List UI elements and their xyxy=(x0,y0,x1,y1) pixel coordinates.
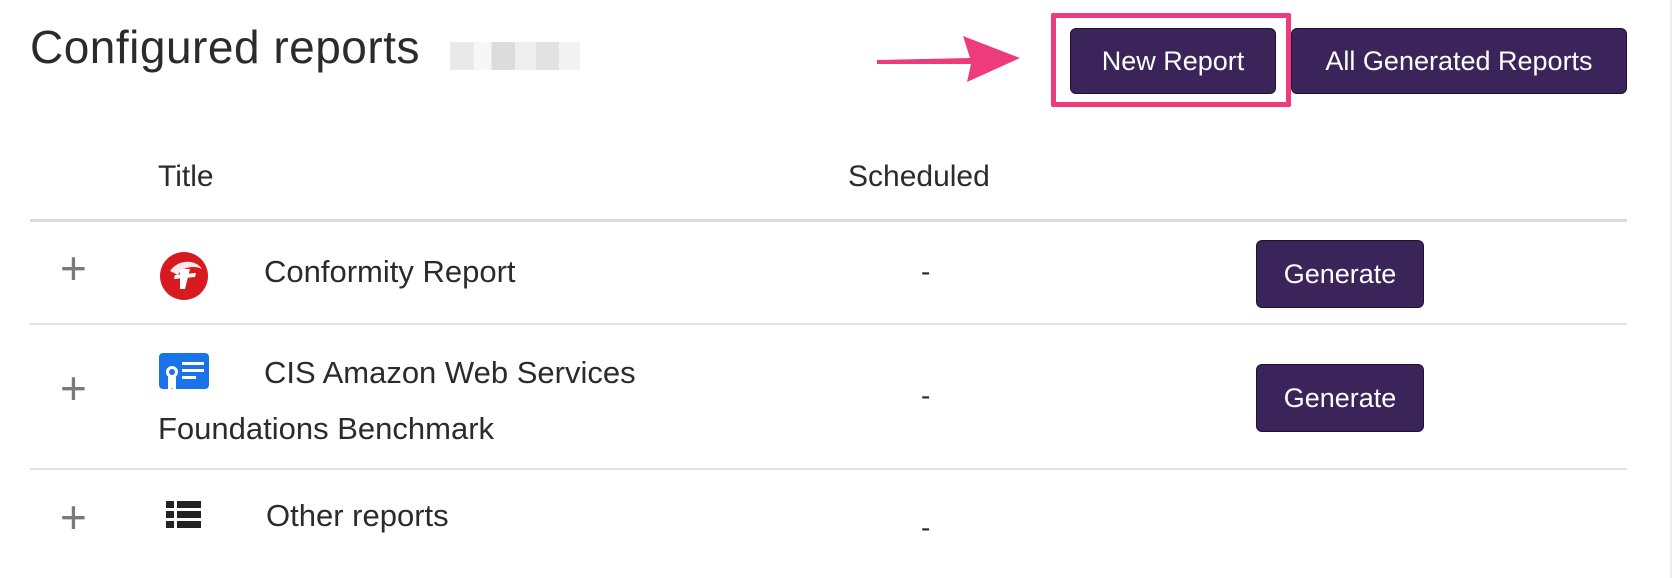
row-divider xyxy=(30,323,1627,325)
annotation-arrow-icon xyxy=(877,36,1020,82)
report-title[interactable]: CIS Amazon Web Services xyxy=(264,355,636,391)
all-generated-reports-button[interactable]: All Generated Reports xyxy=(1291,28,1627,94)
scheduled-value: - xyxy=(921,380,931,411)
expand-row-button[interactable]: + xyxy=(60,245,87,291)
scheduled-value: - xyxy=(921,512,931,543)
column-header-title[interactable]: Title xyxy=(158,160,214,194)
report-title-continued[interactable]: Foundations Benchmark xyxy=(158,411,494,447)
generate-button[interactable]: Generate xyxy=(1256,240,1424,308)
generate-button[interactable]: Generate xyxy=(1256,364,1424,432)
trend-micro-logo-icon xyxy=(160,252,208,300)
scrollbar-track[interactable] xyxy=(1670,0,1672,578)
row-divider xyxy=(30,468,1627,470)
redacted-text xyxy=(450,42,580,70)
expand-row-button[interactable]: + xyxy=(60,365,87,411)
scheduled-value: - xyxy=(921,256,931,287)
new-report-button[interactable]: New Report xyxy=(1070,28,1276,94)
list-icon xyxy=(166,501,201,528)
report-title[interactable]: Conformity Report xyxy=(264,254,516,290)
report-title[interactable]: Other reports xyxy=(266,498,449,534)
certificate-icon xyxy=(159,353,209,392)
table-header-divider xyxy=(30,219,1627,222)
column-header-scheduled[interactable]: Scheduled xyxy=(848,160,990,194)
page-title: Configured reports xyxy=(30,21,420,73)
expand-row-button[interactable]: + xyxy=(60,494,87,540)
